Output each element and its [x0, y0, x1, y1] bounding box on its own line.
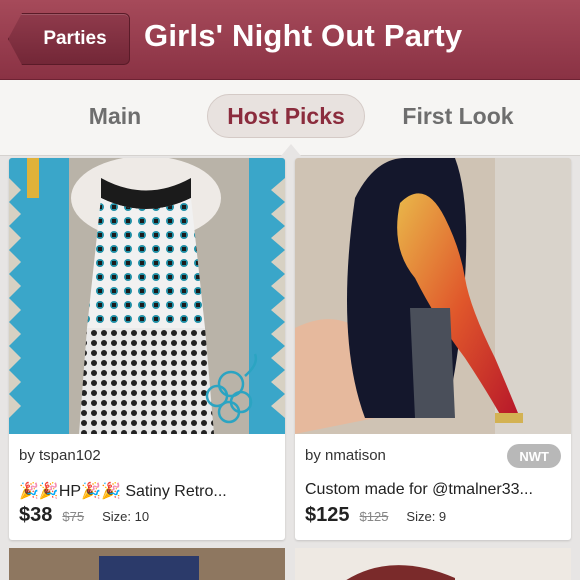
- seller-name[interactable]: by tspan102: [19, 447, 101, 464]
- listing-card[interactable]: by nmatison NWT Custom made for @tmalner…: [295, 158, 571, 540]
- price: $38: [19, 504, 53, 526]
- listing-card[interactable]: by tspan102 🎉🎉HP🎉🎉 Satiny Retro... $38 $…: [9, 158, 285, 540]
- nav-header: Parties Girls' Night Out Party: [0, 0, 580, 80]
- original-price: $75: [62, 509, 85, 524]
- seller-name[interactable]: by nmatison: [305, 447, 386, 464]
- tab-pointer-indicator: [281, 144, 301, 156]
- size-label: Size: 9: [406, 509, 447, 524]
- page-title: Girls' Night Out Party: [144, 18, 463, 53]
- listing-image-dress[interactable]: [9, 158, 285, 434]
- nwt-badge: NWT: [507, 444, 561, 468]
- tab-host-picks[interactable]: Host Picks: [207, 94, 365, 138]
- price: $125: [305, 504, 350, 526]
- listing-title[interactable]: 🎉🎉HP🎉🎉 Satiny Retro...: [19, 481, 227, 501]
- back-button-parties[interactable]: Parties: [8, 13, 130, 65]
- price-row: $38 $75 Size: 10: [19, 504, 149, 527]
- listing-title[interactable]: Custom made for @tmalner33...: [305, 481, 533, 499]
- listing-card-partial[interactable]: [9, 548, 285, 580]
- listing-image-heel[interactable]: [295, 158, 571, 434]
- original-price: $125: [359, 509, 389, 524]
- price-row: $125 $125 Size: 9: [305, 504, 446, 527]
- listing-card-partial[interactable]: [295, 548, 571, 580]
- tab-main[interactable]: Main: [70, 94, 160, 138]
- size-label: Size: 10: [102, 509, 150, 524]
- tab-first-look[interactable]: First Look: [388, 94, 528, 138]
